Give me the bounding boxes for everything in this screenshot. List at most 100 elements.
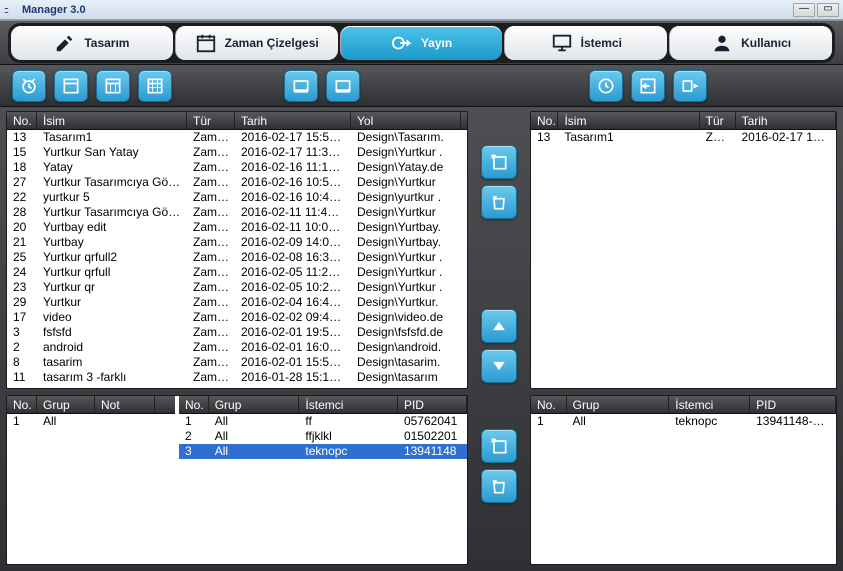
col-no[interactable]: No. [531,396,567,413]
client-body[interactable]: 1Allff057620412Allffjklkl015022013Alltek… [179,414,467,564]
table-cell: Design\Yurtkur . [351,265,461,280]
triangle-down-icon [489,356,509,376]
tool-panel-right[interactable] [326,70,360,102]
tool-view1[interactable] [54,70,88,102]
table-row[interactable]: 13Tasarım1Zaman2016-02-17 15:59: [531,130,836,145]
col-type[interactable]: Tür [700,112,736,129]
move-up-button[interactable] [481,309,517,343]
table-cell: Yurtkur [37,295,187,310]
table-cell: 2016-02-17 15:59: [735,130,836,145]
remove-client-button[interactable] [481,469,517,503]
selected-list-body[interactable]: 13Tasarım1Zaman2016-02-17 15:59: [531,130,836,388]
table-row[interactable]: 3Allteknopc13941148 [179,444,467,459]
table-cell: Design\Yurtkur . [351,250,461,265]
table-row[interactable]: 24Yurtkur qrfullZaman2016-02-05 11:24:29… [7,265,467,280]
table-row[interactable]: 3fsfsfdZaman2016-02-01 19:50:12Design\fs… [7,325,467,340]
tab-client[interactable]: İstemci [504,26,667,60]
tool-view2[interactable] [96,70,130,102]
table-cell: Zaman [700,130,736,145]
table-row[interactable]: 28Yurtkur Tasarımcıya Gönd...Zaman2016-0… [7,205,467,220]
col-type[interactable]: Tür [187,112,235,129]
col-path[interactable]: Yol [351,112,461,129]
tool-panel-left[interactable] [284,70,318,102]
design-list-body[interactable]: 13Tasarım1Zaman2016-02-17 15:59:00Design… [7,130,467,388]
tool-settings[interactable] [673,70,707,102]
tool-view3[interactable] [138,70,172,102]
table-cell: Zaman [187,235,235,250]
transfer-buttons-upper [474,111,524,389]
table-cell: 2016-02-11 10:07:01 [235,220,351,235]
tab-design[interactable]: Tasarım [11,26,173,60]
table-row[interactable]: 25Yurtkur qrfull2Zaman2016-02-08 16:37:2… [7,250,467,265]
col-name[interactable]: İsim [37,112,187,129]
table-cell: All [567,414,670,429]
table-cell: Zaman [187,250,235,265]
col-pid[interactable]: PID [750,396,836,413]
table-row[interactable]: 13Tasarım1Zaman2016-02-17 15:59:00Design… [7,130,467,145]
table-row[interactable]: 23Yurtkur qrZaman2016-02-05 10:21:41Desi… [7,280,467,295]
table-cell: 2016-02-05 10:21:41 [235,280,351,295]
target-body[interactable]: 1Allteknopc13941148-0548 [531,414,836,564]
col-pid[interactable]: PID [398,396,467,413]
tool-alarm[interactable] [12,70,46,102]
tab-user[interactable]: Kullanıcı [669,26,832,60]
table-row[interactable]: 21YurtbayZaman2016-02-09 14:00:26Design\… [7,235,467,250]
move-down-button[interactable] [481,349,517,383]
table-cell: 2 [7,340,37,355]
table-row[interactable]: 18YatayZaman2016-02-16 11:18:26Design\Ya… [7,160,467,175]
table-cell: Yurtkur San Yatay [37,145,187,160]
table-cell: Yurtbay edit [37,220,187,235]
col-no[interactable]: No. [531,112,558,129]
table-row[interactable]: 11tasarım 3 -farklıZaman2016-01-28 15:13… [7,370,467,385]
bottom-right-panel: No. Grup İstemci PID 1Allteknopc13941148… [530,395,837,565]
table-row[interactable]: 1Allff05762041 [179,414,467,429]
table-cell: 2016-02-04 16:48:45 [235,295,351,310]
tab-publish[interactable]: Yayın [340,26,503,60]
table-row[interactable]: 15Yurtkur San YatayZaman2016-02-17 11:34… [7,145,467,160]
tab-timeline[interactable]: Zaman Çizelgesi [175,26,338,60]
tool-import[interactable] [631,70,665,102]
group-header: No. Grup Not [7,396,175,414]
group-body[interactable]: 1All [7,414,175,564]
minimize-button[interactable]: — [793,3,815,17]
table-row[interactable]: 2androidZaman2016-02-01 16:05:13Design\a… [7,340,467,355]
table-cell: Zaman [187,340,235,355]
bottom-left-panel: No. Grup Not 1All No. Grup İstemci PID 1… [6,395,468,565]
table-row[interactable]: 17videoZaman2016-02-02 09:43:12Design\vi… [7,310,467,325]
col-name[interactable]: İsim [558,112,699,129]
table-row[interactable]: 29YurtkurZaman2016-02-04 16:48:45Design\… [7,295,467,310]
table-row[interactable]: 27Yurtkur Tasarımcıya Gönd...Zaman2016-0… [7,175,467,190]
table-row[interactable]: 1All [7,414,175,429]
maximize-button[interactable]: ▭ [817,3,839,17]
table-cell: teknopc [299,444,398,459]
add-schedule-button[interactable] [481,145,517,179]
col-date[interactable]: Tarih [235,112,351,129]
design-list-header: No. İsim Tür Tarih Yol [7,112,467,130]
main-tab-bar: Tasarım Zaman Çizelgesi Yayın İstemci Ku… [0,20,843,65]
col-date[interactable]: Tarih [736,112,836,129]
table-row[interactable]: 2Allffjklkl01502201 [179,429,467,444]
design-list-panel: No. İsim Tür Tarih Yol 13Tasarım1Zaman20… [6,111,468,389]
table-row[interactable]: 8tasarimZaman2016-02-01 15:56:29Design\t… [7,355,467,370]
col-group[interactable]: Grup [209,396,300,413]
remove-schedule-button[interactable] [481,185,517,219]
x-trash-icon [489,192,509,212]
table-row[interactable]: 20Yurtbay editZaman2016-02-11 10:07:01De… [7,220,467,235]
monitor-icon [551,32,573,54]
col-no[interactable]: No. [7,396,37,413]
col-client[interactable]: İstemci [669,396,750,413]
col-group[interactable]: Grup [37,396,95,413]
tool-clock[interactable] [589,70,623,102]
table-row[interactable]: 22yurtkur 5Zaman2016-02-16 10:46:47Desig… [7,190,467,205]
table-cell: Zaman [187,325,235,340]
panel-icon [333,76,353,96]
week-icon [103,76,123,96]
col-group[interactable]: Grup [567,396,670,413]
col-no[interactable]: No. [7,112,37,129]
col-client[interactable]: İstemci [299,396,398,413]
add-client-button[interactable] [481,429,517,463]
table-row[interactable]: 1Allteknopc13941148-0548 [531,414,836,429]
month-icon [145,76,165,96]
col-not[interactable]: Not [95,396,155,413]
col-no[interactable]: No. [179,396,209,413]
